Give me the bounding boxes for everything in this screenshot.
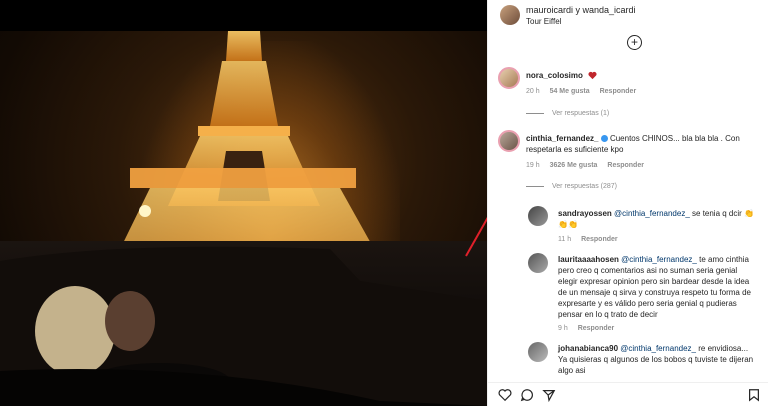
replies-divider (526, 185, 544, 187)
reply-mention[interactable]: @cinthia_fernandez_ (614, 209, 690, 218)
reply-body: sandrayossen @cinthia_fernandez_ se teni… (558, 208, 758, 230)
heart-emoji-icon (588, 71, 597, 80)
comment-meta: 19 h 3626 Me gusta Responder (526, 162, 652, 169)
reply-body: johanabianca90 @cinthia_fernandez_ re en… (558, 343, 758, 376)
reply-avatar-laurita[interactable] (528, 253, 548, 273)
like-heart-icon[interactable] (498, 388, 512, 402)
reply-button[interactable]: Responder (578, 325, 615, 332)
reply-button[interactable]: Responder (600, 88, 637, 95)
reply-username[interactable]: johanabianca90 (558, 344, 618, 353)
comment-username[interactable]: cinthia_fernandez_ (526, 134, 598, 143)
save-bookmark-icon[interactable] (747, 388, 761, 402)
couple-in-car-illustration (0, 246, 487, 406)
reply-text: te amo cinthia pero creo q comentarios a… (558, 255, 751, 319)
reply-button[interactable]: Responder (581, 236, 618, 243)
comment-avatar-cinthia[interactable] (498, 130, 520, 152)
view-replies-label[interactable]: Ver respuestas (287) (552, 183, 617, 190)
reply-meta: 9 h Responder (558, 325, 622, 332)
car-foreground (0, 241, 487, 406)
reply-meta: 11 h Responder (558, 236, 626, 243)
view-replies-toggle[interactable]: Ver respuestas (1) (526, 110, 609, 117)
view-replies-label[interactable]: Ver respuestas (1) (552, 110, 609, 117)
reply-button[interactable]: Responder (607, 162, 644, 169)
comment-body: cinthia_fernandez_ Cuentos CHINOS... bla… (526, 133, 756, 155)
photo-top-bar (0, 0, 487, 31)
comment-meta: 20 h 54 Me gusta Responder (526, 88, 644, 95)
post-header: mauroicardi y wanda_icardi Tour Eiffel (488, 0, 768, 31)
post-location[interactable]: Tour Eiffel (526, 17, 561, 26)
replies-divider (526, 112, 544, 114)
reply-username[interactable]: lauritaaaahosen (558, 255, 619, 264)
comment-time: 19 h (526, 162, 540, 169)
reply-body: lauritaaaahosen @cinthia_fernandez_ te a… (558, 254, 758, 320)
verified-badge-icon (600, 135, 608, 143)
reply-username[interactable]: sandrayossen (558, 209, 612, 218)
comments-panel: mauroicardi y wanda_icardi Tour Eiffel +… (487, 0, 768, 406)
comment-time: 20 h (526, 88, 540, 95)
comment-likes[interactable]: 54 Me gusta (550, 88, 590, 95)
author-usernames[interactable]: mauroicardi y wanda_icardi (526, 5, 636, 15)
reply-time: 9 h (558, 325, 568, 332)
author-avatar[interactable] (500, 5, 520, 25)
reply-avatar-sandra[interactable] (528, 206, 548, 226)
post-actions-bar (488, 382, 768, 407)
view-replies-toggle[interactable]: Ver respuestas (287) (526, 183, 617, 190)
share-paper-plane-icon[interactable] (542, 388, 556, 402)
reply-avatar-johana[interactable] (528, 342, 548, 362)
comment-username[interactable]: nora_colosimo (526, 70, 583, 81)
load-more-comments-button[interactable]: + (627, 35, 642, 50)
comment-avatar-nora[interactable] (498, 67, 520, 89)
comment-bubble-icon[interactable] (520, 388, 534, 402)
reply-time: 11 h (558, 236, 572, 243)
reply-mention[interactable]: @cinthia_fernandez_ (620, 344, 696, 353)
post-photo[interactable] (0, 31, 487, 406)
reply-mention[interactable]: @cinthia_fernandez_ (621, 255, 697, 264)
comment-likes[interactable]: 3626 Me gusta (550, 162, 598, 169)
